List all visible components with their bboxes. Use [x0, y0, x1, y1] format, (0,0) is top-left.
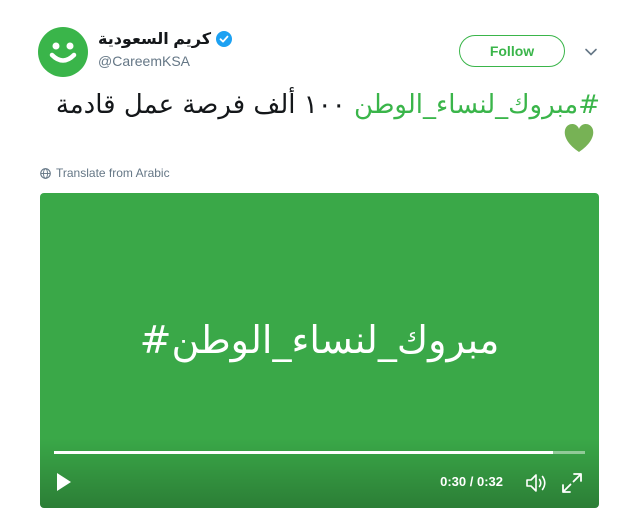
- translate-link[interactable]: Translate from Arabic: [40, 166, 170, 180]
- careem-logo-icon: [49, 42, 77, 63]
- fullscreen-icon[interactable]: [561, 472, 583, 494]
- verified-icon: [216, 31, 233, 47]
- video-time: 0:30 / 0:32: [440, 474, 503, 489]
- author-name-row[interactable]: كريم السعودية: [98, 29, 233, 49]
- video-controls: 0:30 / 0:32: [40, 438, 599, 508]
- avatar[interactable]: [38, 27, 88, 77]
- hashtag-link[interactable]: #مبروك_لنساء_الوطن: [354, 90, 600, 120]
- tweet-text: #مبروك_لنساء_الوطن ١٠٠ ألف فرصة عمل قادم…: [40, 88, 600, 122]
- video-title: #مبروك_لنساء_الوطن: [139, 318, 500, 362]
- tweet-body: ١٠٠ ألف فرصة عمل قادمة: [55, 90, 346, 120]
- progress-bar[interactable]: [54, 451, 585, 454]
- video-player[interactable]: #مبروك_لنساء_الوطن 0:30 / 0:32: [40, 193, 599, 508]
- follow-button[interactable]: Follow: [459, 35, 565, 67]
- globe-icon: [40, 167, 51, 179]
- user-handle[interactable]: @CareemKSA: [98, 53, 190, 69]
- play-icon[interactable]: [56, 472, 72, 492]
- green-heart-icon: [564, 123, 594, 152]
- translate-label[interactable]: Translate from Arabic: [56, 166, 170, 180]
- display-name[interactable]: كريم السعودية: [98, 29, 211, 49]
- chevron-down-icon[interactable]: [583, 44, 599, 60]
- volume-icon[interactable]: [525, 472, 549, 494]
- progress-fill: [54, 451, 554, 454]
